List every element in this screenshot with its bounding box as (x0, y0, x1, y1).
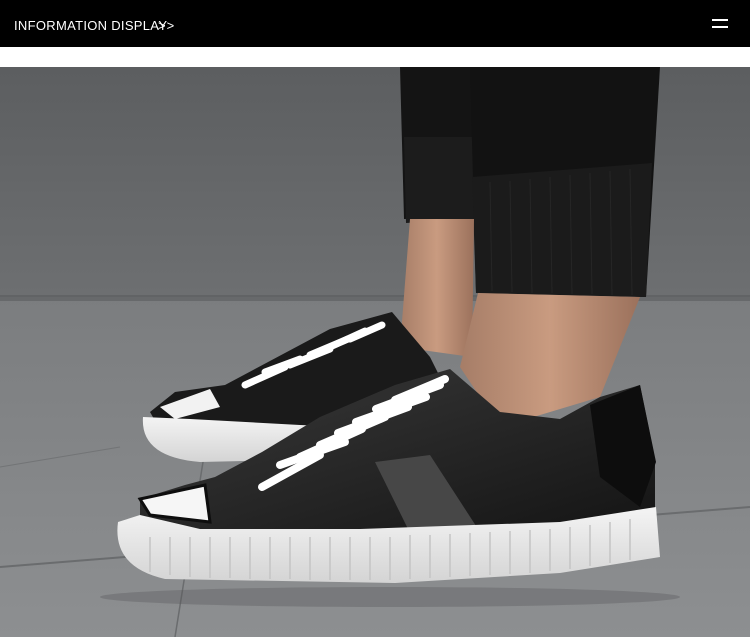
menu-line-bottom (712, 26, 728, 28)
menu-line-top (712, 19, 728, 21)
expand-arrow-link[interactable]: >> (158, 16, 175, 36)
product-photo (0, 67, 750, 637)
sneaker-photo-illustration (0, 67, 750, 637)
header-bar: INFORMATION DISPLAY >> (0, 0, 750, 47)
hamburger-menu-icon[interactable] (712, 16, 728, 30)
section-title: INFORMATION DISPLAY (14, 18, 168, 33)
